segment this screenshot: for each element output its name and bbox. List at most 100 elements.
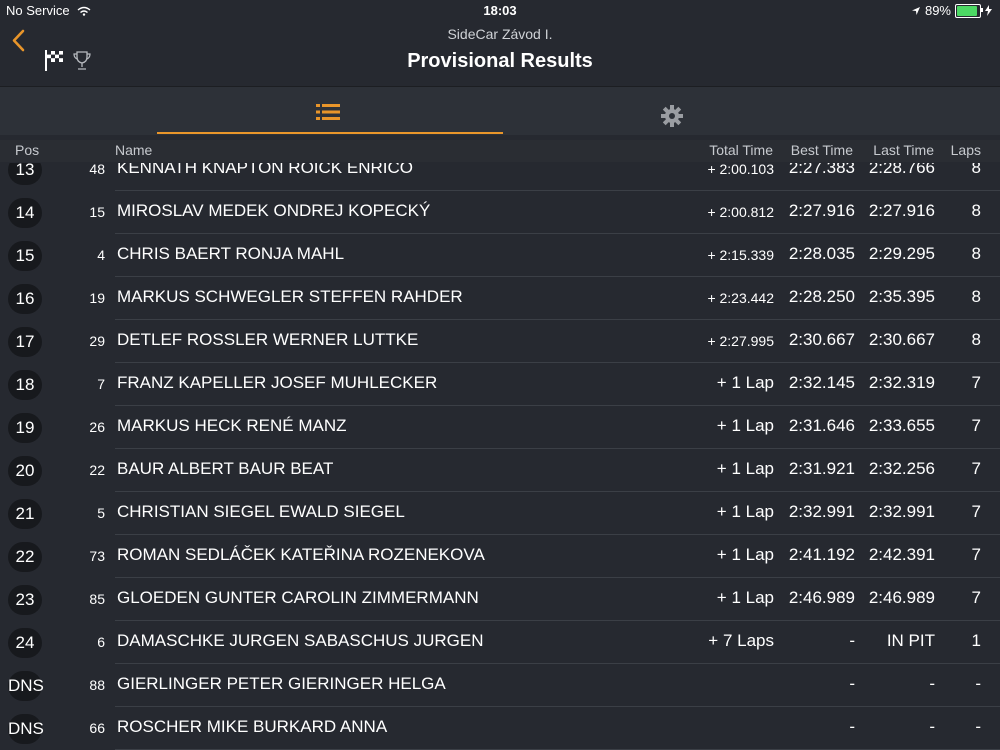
laps-count: 8: [971, 163, 981, 177]
table-row[interactable]: 17 29 DETLEF ROSSLER WERNER LUTTKE + 2:27.9…: [0, 320, 1000, 363]
total-time: + 2:00.103: [707, 163, 774, 177]
position-badge: 18: [8, 370, 42, 400]
table-row[interactable]: 13 48 KENNATH KNAPTON ROICK ENRICO + 2:00.1…: [0, 163, 1000, 191]
table-row[interactable]: DNS 88 GIERLINGER PETER GIERINGER HELGA - - -: [0, 664, 1000, 707]
battery-percent: 89%: [924, 3, 951, 18]
position-badge: DNS: [8, 671, 44, 701]
total-time: + 2:23.442: [707, 290, 774, 306]
position-badge: 23: [8, 585, 42, 615]
col-laps: Laps: [950, 142, 981, 158]
position-badge: 22: [8, 542, 42, 572]
laps-count: -: [975, 674, 981, 693]
navigation-bar: SideCar Závod I. Provisional Results: [0, 20, 1000, 86]
page-title: Provisional Results: [407, 50, 593, 72]
position-badge: 15: [8, 241, 42, 271]
table-row[interactable]: 18 7 FRANZ KAPELLER JOSEF MUHLECKER + 1 Lap…: [0, 363, 1000, 406]
best-time: 2:28.035: [788, 244, 855, 263]
laps-count: 7: [971, 502, 981, 521]
battery-status: 89%: [911, 3, 992, 18]
best-time: 2:46.989: [788, 588, 855, 607]
crew-name: GIERLINGER PETER GIERINGER HELGA: [117, 674, 446, 693]
table-header: Pos Name Total Time Best Time Last Time …: [0, 140, 1000, 162]
table-row[interactable]: 24 6 DAMASCHKE JURGEN SABASCHUS JURGEN + 7 …: [0, 621, 1000, 664]
table-row[interactable]: 16 19 MARKUS SCHWEGLER STEFFEN RAHDER + 2:2…: [0, 277, 1000, 320]
race-number: 15: [89, 204, 105, 220]
crew-name: DETLEF ROSSLER WERNER LUTTKE: [117, 330, 419, 349]
total-time: + 1 Lap: [716, 416, 774, 435]
last-time: IN PIT: [886, 631, 935, 650]
total-time: + 1 Lap: [716, 373, 774, 392]
last-time: 2:28.766: [868, 163, 935, 177]
last-time: 2:32.256: [868, 459, 935, 478]
tab-results-list[interactable]: [157, 87, 503, 135]
position-badge: 13: [8, 163, 42, 185]
location-arrow-icon: [911, 6, 920, 15]
battery-fill: [957, 5, 977, 16]
crew-name: MARKUS SCHWEGLER STEFFEN RAHDER: [117, 287, 463, 306]
table-row[interactable]: 15 4 CHRIS BAERT RONJA MAHL + 2:15.339 2:28.…: [0, 234, 1000, 277]
crew-name: DAMASCHKE JURGEN SABASCHUS JURGEN: [117, 631, 484, 650]
col-name: Name: [115, 142, 153, 158]
race-number: 73: [89, 548, 105, 564]
last-time: 2:30.667: [868, 330, 935, 349]
race-number: 22: [89, 462, 105, 478]
table-row[interactable]: 20 22 BAUR ALBERT BAUR BEAT + 1 Lap 2:31.921…: [0, 449, 1000, 492]
active-tab-indicator: [157, 132, 503, 134]
laps-count: 7: [971, 459, 981, 478]
status-bar: No Service 18:03 89%: [0, 0, 1000, 20]
event-name: SideCar Závod I.: [447, 26, 553, 42]
best-time: 2:27.916: [788, 201, 855, 220]
best-time: 2:28.250: [788, 287, 855, 306]
best-time: 2:31.646: [788, 416, 855, 435]
race-number: 85: [89, 591, 105, 607]
position-badge: 19: [8, 413, 42, 443]
last-time: 2:32.991: [868, 502, 935, 521]
tab-settings[interactable]: [503, 87, 843, 135]
table-row[interactable]: 14 15 MIROSLAV MEDEK ONDREJ KOPECKÝ + 2:00.…: [0, 191, 1000, 234]
best-time: 2:31.921: [788, 459, 855, 478]
list-icon: [316, 104, 340, 120]
last-time: 2:42.391: [868, 545, 935, 564]
col-best-time: Best Time: [790, 142, 853, 158]
table-row[interactable]: DNS 66 ROSCHER MIKE BURKARD ANNA - - -: [0, 707, 1000, 750]
total-time: + 1 Lap: [716, 545, 774, 564]
laps-count: 7: [971, 588, 981, 607]
crew-name: ROMAN SEDLÁČEK KATEŘINA ROZENEKOVA: [117, 545, 485, 564]
total-time: + 1 Lap: [716, 502, 774, 521]
best-time: 2:32.145: [788, 373, 855, 392]
crew-name: ROSCHER MIKE BURKARD ANNA: [117, 717, 388, 736]
laps-count: 8: [971, 330, 981, 349]
col-total-time: Total Time: [709, 142, 773, 158]
laps-count: 8: [971, 244, 981, 263]
last-time: -: [929, 674, 935, 693]
results-list[interactable]: 13 48 KENNATH KNAPTON ROICK ENRICO + 2:00.1…: [0, 163, 1000, 750]
crew-name: FRANZ KAPELLER JOSEF MUHLECKER: [117, 373, 438, 392]
last-time: 2:35.395: [868, 287, 935, 306]
race-number: 7: [97, 376, 105, 392]
race-number: 19: [89, 290, 105, 306]
col-last-time: Last Time: [873, 142, 934, 158]
best-time: -: [849, 717, 855, 736]
race-number: 66: [89, 720, 105, 736]
battery-icon: [955, 3, 983, 18]
table-row[interactable]: 22 73 ROMAN SEDLÁČEK KATEŘINA ROZENEKOVA + …: [0, 535, 1000, 578]
best-time: 2:32.991: [788, 502, 855, 521]
race-number: 29: [89, 333, 105, 349]
total-time: + 1 Lap: [716, 588, 774, 607]
table-row[interactable]: 23 85 GLOEDEN GUNTER CAROLIN ZIMMERMANN + 1…: [0, 578, 1000, 621]
position-badge: 14: [8, 198, 42, 228]
crew-name: GLOEDEN GUNTER CAROLIN ZIMMERMANN: [117, 588, 479, 607]
laps-count: 8: [971, 287, 981, 306]
race-number: 26: [89, 419, 105, 435]
table-row[interactable]: 19 26 MARKUS HECK RENÉ MANZ + 1 Lap 2:31.646…: [0, 406, 1000, 449]
charging-bolt-icon: [985, 5, 992, 16]
position-badge: 17: [8, 327, 42, 357]
race-number: 5: [97, 505, 105, 521]
best-time: 2:41.192: [788, 545, 855, 564]
position-badge: 16: [8, 284, 42, 314]
total-time: + 2:27.995: [707, 333, 774, 349]
crew-name: KENNATH KNAPTON ROICK ENRICO: [117, 163, 413, 177]
table-row[interactable]: 21 5 CHRISTIAN SIEGEL EWALD SIEGEL + 1 Lap 2…: [0, 492, 1000, 535]
best-time: 2:30.667: [788, 330, 855, 349]
last-time: -: [929, 717, 935, 736]
